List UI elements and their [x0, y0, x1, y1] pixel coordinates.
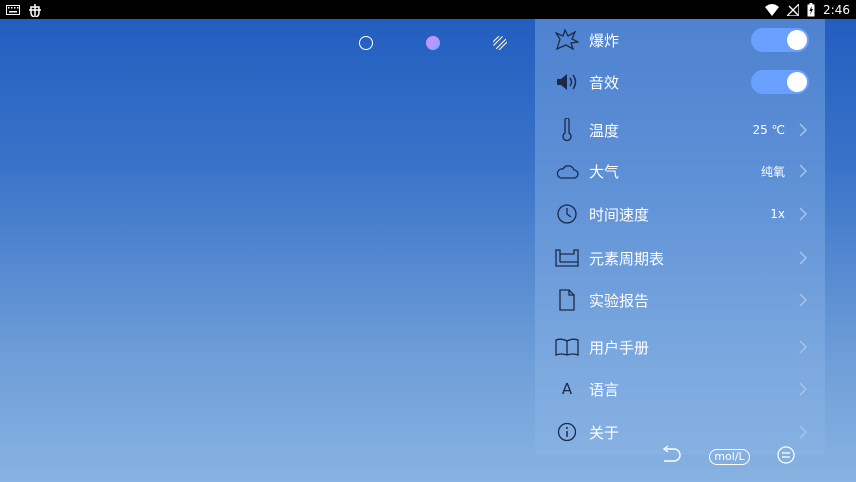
time-speed-value: 1x: [770, 207, 785, 221]
atmosphere-label: 大气: [589, 162, 620, 181]
chevron-right-icon: [797, 381, 809, 397]
info-icon: [555, 420, 579, 444]
report-label: 实验报告: [589, 291, 650, 310]
clock-time: 2:46: [823, 2, 850, 17]
setting-atmosphere[interactable]: 大气 纯氧: [535, 154, 825, 188]
cloud-icon: [555, 159, 579, 183]
no-signal-icon: [787, 3, 800, 16]
explosion-toggle[interactable]: [751, 28, 809, 52]
setting-explosion: 爆炸: [535, 23, 825, 57]
chevron-right-icon: [797, 206, 809, 222]
chevron-right-icon: [797, 339, 809, 355]
sound-toggle[interactable]: [751, 70, 809, 94]
bottom-toolbar: mol/L: [660, 445, 795, 469]
undo-icon[interactable]: [660, 445, 682, 469]
gradient-circle-icon[interactable]: [425, 35, 441, 51]
book-icon: [555, 335, 579, 359]
speaker-icon: [555, 70, 579, 94]
bug-icon: [28, 3, 42, 17]
chevron-right-icon: [797, 163, 809, 179]
chevron-right-icon: [797, 292, 809, 308]
keyboard-icon: [6, 4, 20, 15]
setting-manual[interactable]: 用户手册: [535, 330, 825, 364]
chevron-right-icon: [797, 250, 809, 266]
setting-about[interactable]: 关于: [535, 415, 825, 449]
top-toolbar: [358, 34, 508, 52]
temperature-value: 25 ℃: [752, 123, 785, 137]
menu-circle-icon[interactable]: [777, 446, 795, 468]
time-speed-label: 时间速度: [589, 205, 650, 224]
toggle-knob: [787, 72, 807, 92]
toggle-knob: [787, 30, 807, 50]
setting-report[interactable]: 实验报告: [535, 283, 825, 317]
about-label: 关于: [589, 423, 620, 442]
document-icon: [555, 288, 579, 312]
letter-a-icon: A: [561, 380, 573, 398]
explosion-icon: [555, 28, 579, 52]
setting-sound: 音效: [535, 65, 825, 99]
setting-temperature[interactable]: 温度 25 ℃: [535, 113, 825, 147]
thermometer-icon: [555, 118, 579, 142]
chevron-right-icon: [797, 122, 809, 138]
clock-icon: [555, 202, 579, 226]
atmosphere-value: 纯氧: [760, 164, 785, 179]
chevron-right-icon: [797, 424, 809, 440]
unit-button[interactable]: mol/L: [709, 449, 750, 465]
language-label: 语言: [589, 380, 620, 399]
setting-periodic-table[interactable]: 元素周期表: [535, 241, 825, 275]
wifi-icon: [765, 3, 780, 16]
sound-label: 音效: [589, 73, 620, 92]
status-bar: 2:46: [0, 0, 856, 19]
setting-time-speed[interactable]: 时间速度 1x: [535, 197, 825, 231]
periodic-table-icon: [555, 246, 579, 270]
hatched-circle-icon[interactable]: [492, 35, 508, 51]
empty-circle-icon[interactable]: [358, 35, 374, 51]
settings-panel: 爆炸 音效 温度 25 ℃ 大气 纯氧 时间速度 1x 元素周期表 实验报告 用…: [535, 19, 825, 455]
explosion-label: 爆炸: [589, 31, 620, 50]
battery-icon: [807, 2, 815, 17]
temperature-label: 温度: [589, 121, 620, 140]
setting-language[interactable]: A 语言: [535, 372, 825, 406]
manual-label: 用户手册: [589, 338, 650, 357]
periodic-table-label: 元素周期表: [589, 249, 665, 268]
